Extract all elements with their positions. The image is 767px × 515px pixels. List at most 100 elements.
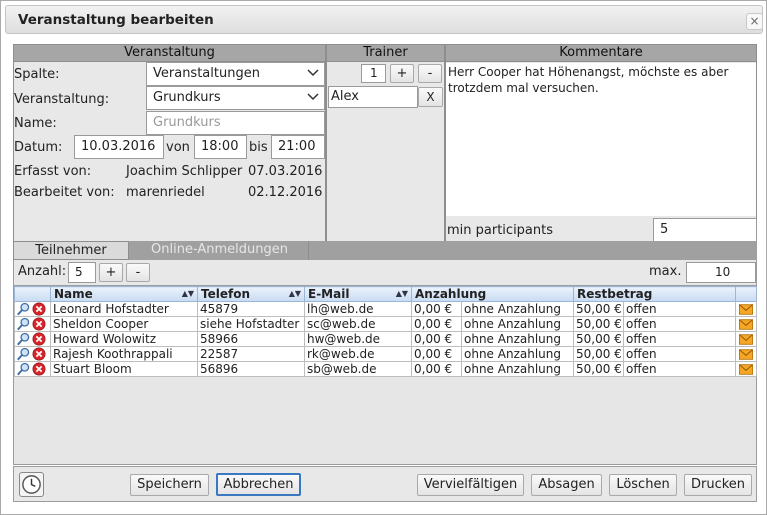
cell-name: Sheldon Cooper <box>50 316 198 332</box>
anzahl-remove-button[interactable]: - <box>126 263 150 282</box>
delete-icon[interactable] <box>32 347 46 361</box>
erfasst-label: Erfasst von: <box>14 164 92 179</box>
speichern-button[interactable]: Speichern <box>130 474 209 496</box>
cell-telefon: 45879 <box>197 301 305 317</box>
teilnehmer-table-area: Name ▲▼ Telefon ▲▼ E-Mail ▲▼ Anzahlung Rest… <box>13 285 758 465</box>
close-button[interactable]: × <box>746 13 763 30</box>
veranstaltung-select[interactable]: Grundkurs <box>146 86 325 110</box>
cell-rest-status: offen <box>622 346 737 362</box>
col-telefon-header[interactable]: Telefon ▲▼ <box>197 286 305 302</box>
spalte-label: Spalte: <box>14 67 60 82</box>
teilnehmer-toolbar: Anzahl: 5 + - max. 10 <box>13 260 757 285</box>
trainer-remove-button[interactable]: - <box>418 64 442 83</box>
cell-anz-status: ohne Anzahlung <box>461 331 574 347</box>
veranstaltung-label: Veranstaltung: <box>14 92 110 107</box>
sort-icon: ▲▼ <box>181 289 194 298</box>
vervielfaeltigen-button[interactable]: Vervielfältigen <box>417 474 524 496</box>
max-value: 10 <box>715 265 731 279</box>
cell-email: sc@web.de <box>304 316 412 332</box>
dialog-footer: Speichern Abbrechen Vervielfältigen Absa… <box>13 466 757 502</box>
name-input[interactable]: Grundkurs <box>146 111 325 135</box>
table-row[interactable]: Howard Wolowitz 58966 hw@web.de 0,00 € ohne … <box>14 331 758 347</box>
col-actions-header <box>14 286 51 302</box>
name-label: Name: <box>14 116 57 131</box>
magnifier-icon[interactable] <box>16 332 31 346</box>
history-button[interactable] <box>19 472 44 497</box>
trainer-count-value: 1 <box>370 66 378 80</box>
loeschen-button[interactable]: Löschen <box>609 474 677 496</box>
abbrechen-button[interactable]: Abbrechen <box>216 473 301 496</box>
cell-telefon: siehe Hofstadter <box>197 316 305 332</box>
envelope-icon[interactable] <box>739 304 754 315</box>
trainer-name-value: Alex <box>331 89 359 104</box>
veranstaltung-panel: Veranstaltung Spalte: Veranstaltungen Ve… <box>13 44 326 242</box>
cell-anzahlung: 0,00 € <box>411 346 462 362</box>
cell-anzahlung: 0,00 € <box>411 316 462 332</box>
col-name-header[interactable]: Name ▲▼ <box>50 286 198 302</box>
magnifier-icon[interactable] <box>16 302 31 316</box>
row-actions <box>14 361 51 377</box>
cell-name: Howard Wolowitz <box>50 331 198 347</box>
trainer-add-button[interactable]: + <box>390 64 414 83</box>
row-actions <box>14 331 51 347</box>
col-mail-header <box>735 286 758 302</box>
row-actions <box>14 316 51 332</box>
anzahl-input[interactable]: 5 <box>68 262 96 283</box>
max-input[interactable]: 10 <box>686 262 756 283</box>
col-restbetrag-header[interactable]: Restbetrag <box>572 286 737 302</box>
dialog: Veranstaltung bearbeiten × Veranstaltung… <box>0 0 767 515</box>
envelope-icon[interactable] <box>739 349 754 360</box>
trainer-name-input[interactable]: Alex <box>328 86 418 108</box>
trainer-count-input[interactable]: 1 <box>361 64 386 83</box>
cell-anz-status: ohne Anzahlung <box>461 316 574 332</box>
cell-name: Stuart Bloom <box>50 361 198 377</box>
bearbeitet-date: 02.12.2016 <box>248 185 323 200</box>
dialog-title: Veranstaltung bearbeiten <box>18 12 214 28</box>
tab-online-anmeldungen[interactable]: Online-Anmeldungen <box>131 241 309 260</box>
kommentar-text: Herr Cooper hat Höhenangst, möchste es a… <box>448 65 729 95</box>
table-row[interactable]: Sheldon Cooper siehe Hofstadter sc@web.de 0… <box>14 316 758 332</box>
sort-icon: ▲▼ <box>288 289 301 298</box>
col-email-header[interactable]: E-Mail ▲▼ <box>304 286 412 302</box>
sort-icon: ▲▼ <box>395 289 408 298</box>
bis-input[interactable]: 21:00 <box>271 135 325 159</box>
bis-value: 21:00 <box>278 139 316 154</box>
cell-email: sb@web.de <box>304 361 412 377</box>
anzahl-add-button[interactable]: + <box>99 263 123 282</box>
drucken-button[interactable]: Drucken <box>684 474 752 496</box>
cell-name: Leonard Hofstadter <box>50 301 198 317</box>
von-label: von <box>166 140 190 155</box>
envelope-icon[interactable] <box>739 334 754 345</box>
trainer-header: Trainer <box>327 45 444 62</box>
delete-icon[interactable] <box>32 362 46 376</box>
teilnehmer-table: Name ▲▼ Telefon ▲▼ E-Mail ▲▼ Anzahlung Rest… <box>14 286 758 377</box>
min-participants-input[interactable]: 5 <box>653 218 757 242</box>
datum-value: 10.03.2016 <box>81 139 156 154</box>
spalte-select[interactable]: Veranstaltungen <box>146 62 325 86</box>
delete-icon[interactable] <box>32 302 46 316</box>
table-row[interactable]: Rajesh Koothrappali 22587 rk@web.de 0,00 € o… <box>14 346 758 362</box>
row-mail <box>735 346 758 362</box>
delete-icon[interactable] <box>32 332 46 346</box>
envelope-icon[interactable] <box>739 364 754 375</box>
cell-anzahlung: 0,00 € <box>411 301 462 317</box>
table-row[interactable]: Leonard Hofstadter 45879 lh@web.de 0,00 € oh… <box>14 301 758 317</box>
trainer-delete-button[interactable]: X <box>418 87 443 107</box>
veranstaltung-header: Veranstaltung <box>14 45 325 62</box>
cell-rest: 50,00 € <box>573 331 624 347</box>
table-row[interactable]: Stuart Bloom 56896 sb@web.de 0,00 € ohne Anz… <box>14 361 758 377</box>
absagen-button[interactable]: Absagen <box>531 474 602 496</box>
col-anzahlung-header[interactable]: Anzahlung <box>411 286 574 302</box>
delete-icon[interactable] <box>32 317 46 331</box>
von-input[interactable]: 18:00 <box>194 135 247 159</box>
magnifier-icon[interactable] <box>16 347 31 361</box>
kommentar-textarea[interactable]: Herr Cooper hat Höhenangst, möchste es a… <box>446 63 756 216</box>
envelope-icon[interactable] <box>739 319 754 330</box>
cell-telefon: 58966 <box>197 331 305 347</box>
magnifier-icon[interactable] <box>16 317 31 331</box>
magnifier-icon[interactable] <box>16 362 31 376</box>
datum-input[interactable]: 10.03.2016 <box>74 135 164 159</box>
bearbeitet-label: Bearbeitet von: <box>14 185 115 200</box>
tab-teilnehmer[interactable]: Teilnehmer <box>13 241 129 260</box>
erfasst-name: Joachim Schlipper <box>126 164 243 179</box>
